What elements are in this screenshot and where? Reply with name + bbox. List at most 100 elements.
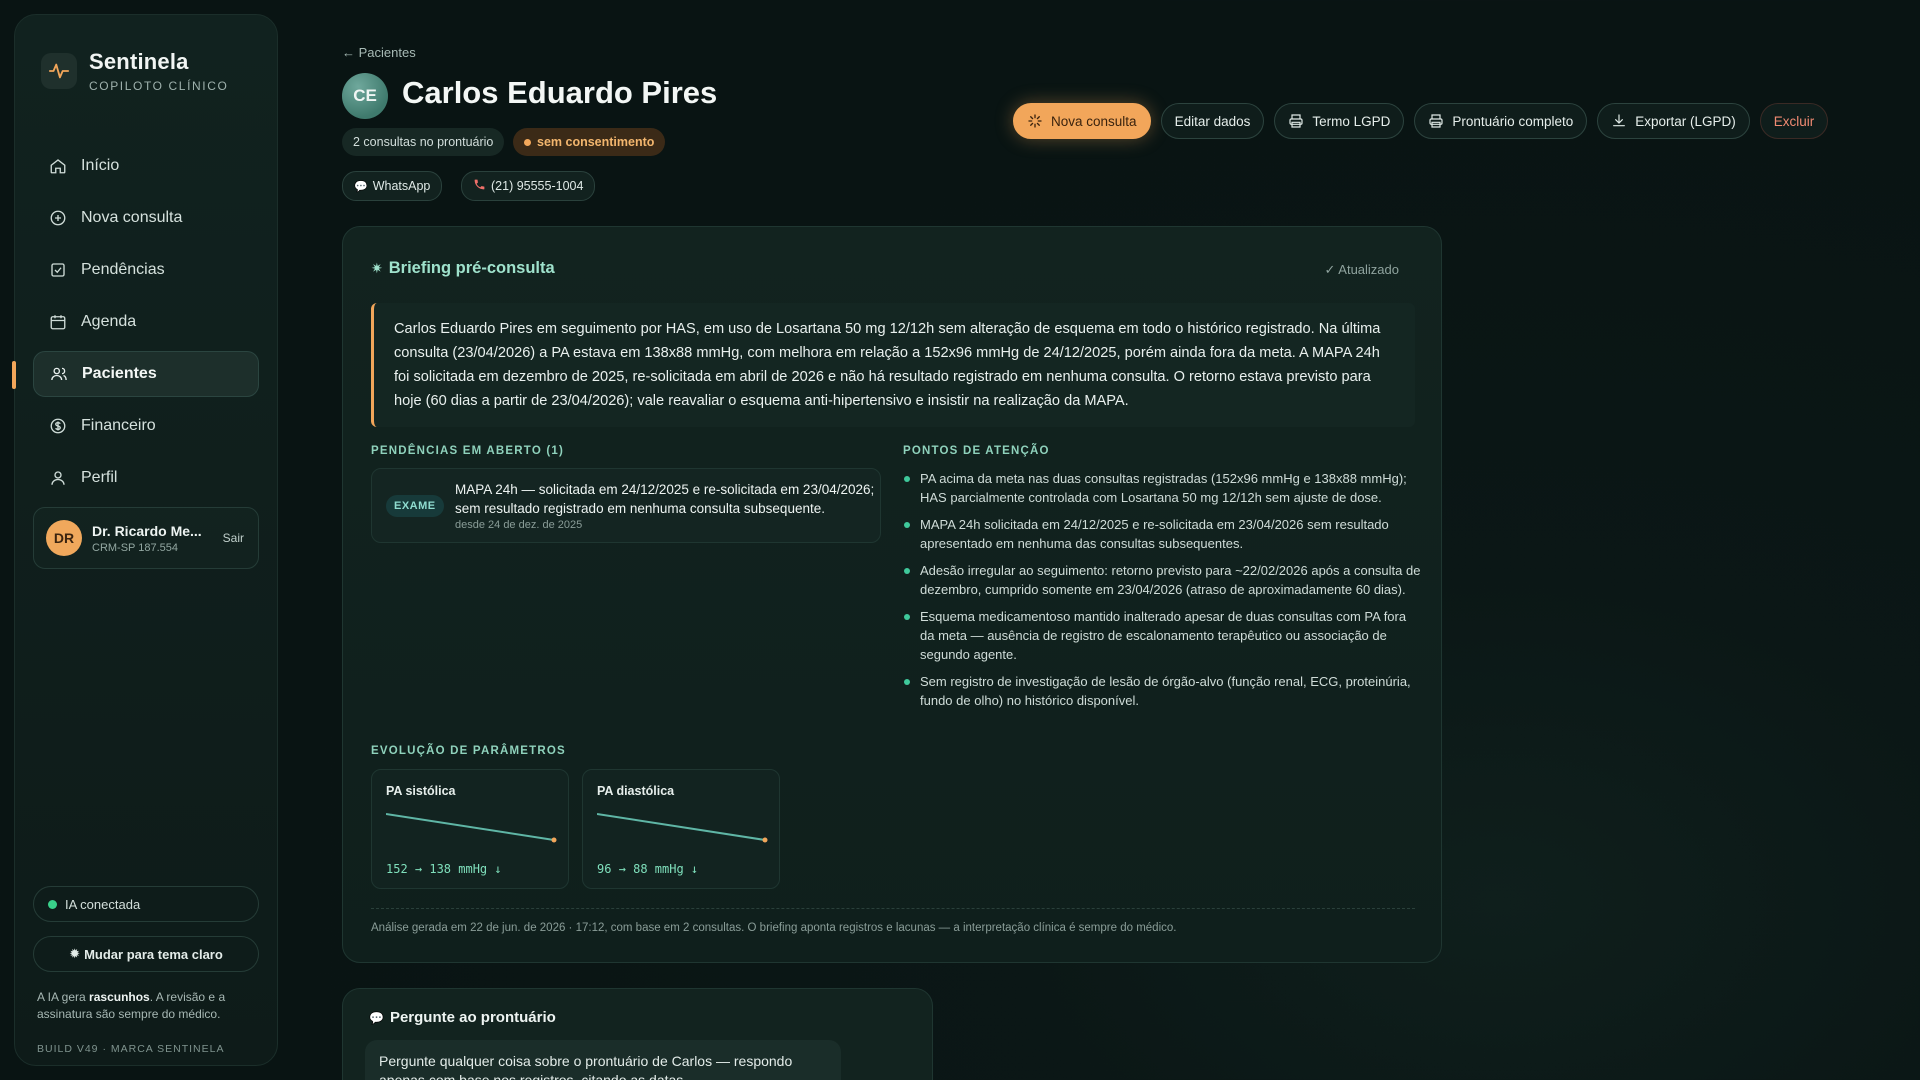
avatar: DR [46,520,82,556]
sidebar-item-label: Pendências [81,261,165,278]
dollar-icon [49,417,67,435]
sun-icon: ✹ [69,946,81,961]
phone-label: (21) 95555-1004 [491,179,584,193]
sidebar-item-inicio[interactable]: Início [33,143,259,189]
ai-disclaimer-bold: rascunhos [89,990,150,1004]
sidebar-item-label: Agenda [81,313,137,330]
pending-item-since: desde 24 de dez. de 2025 [455,519,583,531]
delete-label: Excluir [1773,113,1815,129]
pending-section-label: PENDÊNCIAS EM ABERTO (1) [371,445,565,457]
brand-subtitle: COPILOTO CLÍNICO [89,79,229,93]
list-item: MAPA 24h solicitada em 24/12/2025 e re-s… [903,515,1423,553]
sidebar-item-financeiro[interactable]: Financeiro [33,403,259,449]
export-lgpd-label: Exportar (LGPD) [1635,113,1736,129]
ask-record-title: 💬 Pergunte ao prontuário [369,1009,556,1026]
sparkline-line [386,813,555,841]
edit-data-label: Editar dados [1174,113,1251,129]
consultas-count-badge: 2 consultas no prontuário [342,128,505,156]
new-consultation-label: Nova consulta [1051,113,1137,129]
edit-data-button[interactable]: Editar dados [1160,103,1265,139]
user-name: Dr. Ricardo Me... [92,522,202,539]
sidebar-item-nova-consulta[interactable]: Nova consulta [33,195,259,241]
calendar-icon [49,313,67,331]
brand: Sentinela COPILOTO CLÍNICO [41,49,228,93]
sparkline-end-point [762,837,768,843]
systolic-value: 152 → 138 mmHg ↓ [386,862,502,876]
download-icon [1611,113,1627,129]
phone-icon [473,178,486,194]
build-info: BUILD V49 · MARCA SENTINELA [37,1043,225,1055]
spark-icon [1027,113,1043,129]
user-card: DR Dr. Ricardo Me... CRM-SP 187.554 Sair [33,507,259,569]
new-consultation-button[interactable]: Nova consulta [1013,103,1151,139]
list-item: PA acima da meta nas duas consultas regi… [903,469,1423,507]
diastolic-chart: PA diastólica 96 → 88 mmHg ↓ [582,769,780,889]
sidebar-item-label: Início [81,157,120,174]
consent-status-label: sem consentimento [537,135,655,149]
pulse-logo-icon [41,53,77,89]
full-record-label: Prontuário completo [1452,113,1574,129]
theme-toggle-button[interactable]: ✹ Mudar para tema claro [33,936,259,972]
sidebar-item-pendencias[interactable]: Pendências [33,247,259,293]
whatsapp-button[interactable]: 💬 WhatsApp [342,171,443,201]
sidebar-item-agenda[interactable]: Agenda [33,299,259,345]
sidebar-item-label: Perfil [81,469,118,486]
full-record-button[interactable]: Prontuário completo [1414,103,1588,139]
ia-status-label: IA conectada [65,896,141,912]
ask-record-title-text: Pergunte ao prontuário [389,1009,556,1026]
whatsapp-label: WhatsApp [372,179,431,193]
ai-disclaimer-prefix: A IA gera [37,990,90,1004]
sidebar: Sentinela COPILOTO CLÍNICO Início Nova c… [12,14,278,1066]
briefing-card: ✷ Briefing pré-consulta ✓ Atualizado Car… [342,226,1442,963]
users-icon [50,365,68,383]
exam-badge: EXAME [386,495,444,517]
pending-item[interactable]: EXAME MAPA 24h — solicitada em 24/12/202… [371,468,881,543]
plus-circle-icon [49,209,67,227]
printer-icon [1428,113,1444,129]
delete-button[interactable]: Excluir [1759,103,1829,139]
pending-item-text: MAPA 24h — solicitada em 24/12/2025 e re… [455,482,875,516]
sparkle-icon: ✷ [371,260,383,276]
sidebar-item-label: Financeiro [81,417,156,434]
sparkline-line [597,813,766,841]
ai-disclaimer: A IA gera rascunhos. A revisão e a assin… [37,989,257,1023]
warning-dot-icon [524,138,531,146]
home-icon [49,157,67,175]
checklist-icon [49,261,67,279]
diastolic-value: 96 → 88 mmHg ↓ [597,862,699,876]
chat-bubble-icon: 💬 [354,180,368,193]
consent-status-badge: sem consentimento [513,128,666,156]
ask-record-card: 💬 Pergunte ao prontuário Pergunte qualqu… [342,988,933,1080]
evolution-section-label: EVOLUÇÃO DE PARÂMETROS [371,745,566,757]
sidebar-nav: Início Nova consulta Pendências Agenda P… [33,143,259,507]
chat-bubble-icon: 💬 [369,1010,384,1025]
assistant-message: Pergunte qualquer coisa sobre o prontuár… [365,1040,841,1080]
analysis-footnote: Análise gerada em 22 de jun. de 2026 · 1… [371,922,1177,934]
phone-button[interactable]: (21) 95555-1004 [461,171,596,201]
status-dot-icon [48,899,57,909]
action-toolbar: Nova consulta Editar dados Termo LGPD Pr… [1013,103,1829,139]
theme-toggle-label: Mudar para tema claro [84,946,223,962]
attention-list: PA acima da meta nas duas consultas regi… [903,469,1423,718]
patient-name: Carlos Eduardo Pires [402,75,718,110]
printer-icon [1288,113,1304,129]
lgpd-term-button[interactable]: Termo LGPD [1274,103,1405,139]
user-icon [49,469,67,487]
export-lgpd-button[interactable]: Exportar (LGPD) [1597,103,1750,139]
diastolic-title: PA diastólica [597,784,675,798]
briefing-summary: Carlos Eduardo Pires em seguimento por H… [371,303,1415,427]
user-crm: CRM-SP 187.554 [92,541,179,554]
active-indicator [12,361,16,389]
sidebar-item-label: Pacientes [82,365,157,382]
logout-button[interactable]: Sair [223,531,244,545]
sidebar-item-perfil[interactable]: Perfil [33,455,259,501]
diastolic-sparkline [597,813,768,843]
ia-status: IA conectada [33,886,259,922]
back-link[interactable]: ← Pacientes [342,45,416,60]
sidebar-item-pacientes[interactable]: Pacientes [33,351,259,397]
list-item: Adesão irregular ao seguimento: retorno … [903,561,1423,599]
divider [371,908,1415,909]
lgpd-term-label: Termo LGPD [1312,113,1391,129]
briefing-title: ✷ Briefing pré-consulta [371,259,555,278]
attention-section-label: PONTOS DE ATENÇÃO [903,445,1050,457]
